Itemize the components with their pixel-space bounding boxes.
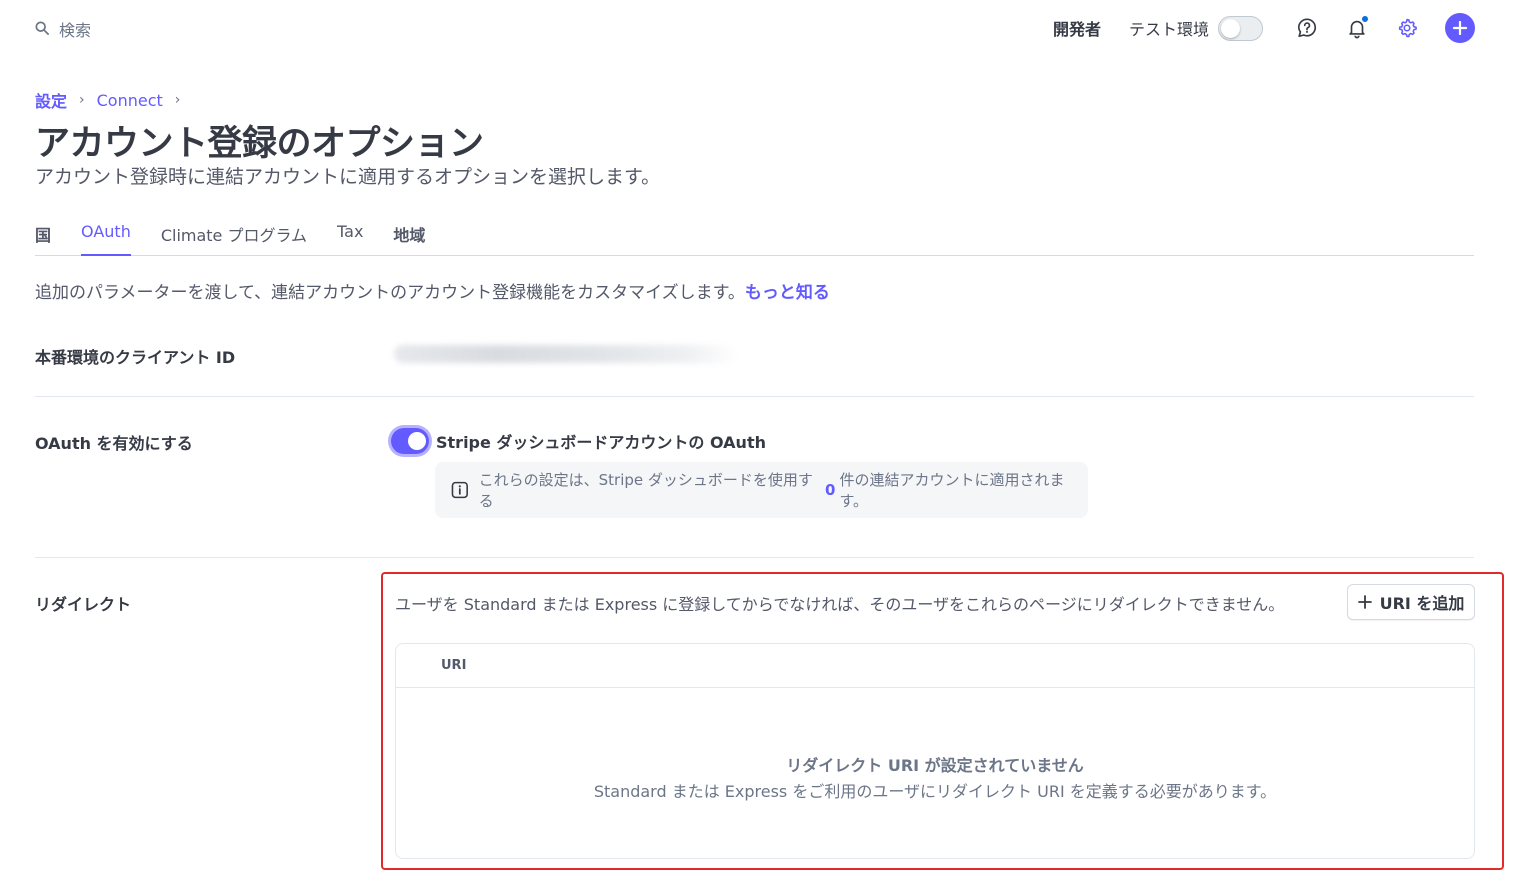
- help-icon[interactable]: [1295, 16, 1319, 40]
- chevron-right-icon: ›: [79, 92, 85, 108]
- chevron-right-icon: ›: [174, 92, 181, 108]
- divider: [35, 557, 1474, 558]
- breadcrumb: 設定 › Connect ›: [35, 88, 192, 112]
- gear-icon[interactable]: [1395, 16, 1419, 40]
- oauth-toggle[interactable]: [391, 428, 429, 454]
- oauth-enable-label: OAuth を有効にする: [35, 434, 193, 453]
- oauth-info-box: これらの設定は、Stripe ダッシュボードを使用する 0 件の連結アカウントに…: [435, 462, 1088, 518]
- tab-bar: 国 OAuth Climate プログラム Tax 地域: [35, 222, 1474, 256]
- oauth-toggle-label: Stripe ダッシュボードアカウントの OAuth: [436, 433, 766, 452]
- page-subtitle: アカウント登録時に連結アカウントに適用するオプションを選択します。: [35, 166, 661, 188]
- learn-more-link[interactable]: もっと知る: [745, 283, 830, 303]
- intro-text: 追加のパラメーターを渡して、連結アカウントのアカウント登録機能をカスタマイズしま…: [35, 278, 830, 303]
- info-icon: [451, 481, 468, 499]
- breadcrumb-settings[interactable]: 設定: [35, 88, 67, 112]
- top-bar-actions: 開発者 テスト環境: [1053, 12, 1475, 44]
- empty-state-title: リダイレクト URI が設定されていません: [786, 756, 1084, 775]
- intro-description: 追加のパラメーターを渡して、連結アカウントのアカウント登録機能をカスタマイズしま…: [35, 283, 745, 303]
- tab-country[interactable]: 国: [35, 222, 51, 256]
- search-bar[interactable]: 検索: [35, 17, 91, 41]
- add-uri-button[interactable]: URI を追加: [1347, 584, 1475, 620]
- test-mode-toggle[interactable]: [1218, 15, 1263, 41]
- info-prefix: これらの設定は、Stripe ダッシュボードを使用する: [478, 471, 813, 510]
- redirect-label: リダイレクト: [35, 595, 132, 614]
- info-suffix: 件の連結アカウントに適用されます。: [839, 471, 1065, 510]
- uri-column-header: URI: [396, 644, 1474, 688]
- search-icon: [35, 20, 49, 39]
- tab-region[interactable]: 地域: [393, 222, 425, 256]
- add-uri-label: URI を追加: [1379, 594, 1465, 613]
- info-count: 0: [825, 481, 836, 499]
- create-button[interactable]: [1445, 13, 1475, 43]
- redirect-description: ユーザを Standard または Express に登録してからでなければ、そ…: [395, 595, 1285, 614]
- empty-state-subtitle: Standard または Express をご利用のユーザにリダイレクト URI…: [593, 782, 1277, 801]
- test-mode-label: テスト環境: [1128, 20, 1209, 39]
- uri-table: URI リダイレクト URI が設定されていません Standard または E…: [395, 643, 1475, 859]
- notification-dot: [1361, 15, 1369, 23]
- plus-icon: [1453, 21, 1467, 35]
- divider: [35, 396, 1474, 397]
- client-id-value-redacted: [394, 345, 739, 363]
- client-id-label: 本番環境のクライアント ID: [35, 348, 236, 367]
- tab-climate[interactable]: Climate プログラム: [161, 222, 307, 256]
- page-title: アカウント登録のオプション: [35, 124, 484, 164]
- breadcrumb-connect[interactable]: Connect: [97, 91, 163, 110]
- plus-icon: [1357, 595, 1372, 609]
- search-input[interactable]: 検索: [59, 17, 91, 41]
- developers-link[interactable]: 開発者: [1053, 16, 1101, 40]
- tab-oauth[interactable]: OAuth: [81, 222, 131, 256]
- bell-icon[interactable]: [1345, 15, 1369, 40]
- tab-climate-label: Climate プログラム: [160, 226, 308, 245]
- tab-tax[interactable]: Tax: [337, 222, 363, 256]
- oauth-toggle-row: Stripe ダッシュボードアカウントの OAuth: [391, 428, 766, 454]
